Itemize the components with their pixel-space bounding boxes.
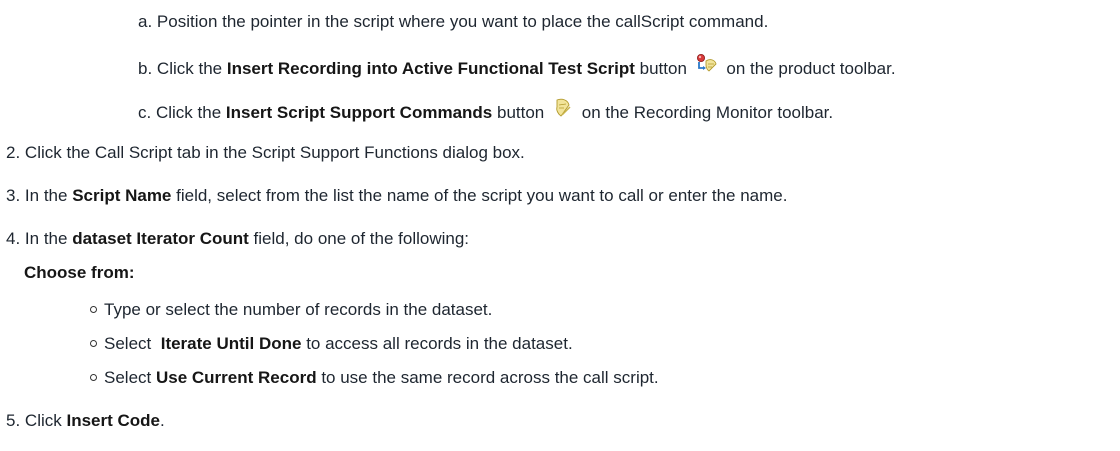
step-marker: c. <box>138 102 152 122</box>
option-item: Select Use Current Record to use the sam… <box>90 366 659 390</box>
substep-c: c. Click the Insert Script Support Comma… <box>138 97 833 130</box>
substep-a: a. Position the pointer in the script wh… <box>138 10 768 34</box>
step-marker: 3. <box>6 186 21 205</box>
step-text: Position the pointer in the script where… <box>156 12 769 31</box>
step-marker: 2. <box>6 143 21 162</box>
bullet-icon <box>90 305 97 313</box>
option-item: Select Iterate Until Done to access all … <box>90 332 573 356</box>
ui-term: Insert Script Support Commands <box>225 102 493 122</box>
step-3: 3. In the Script Name field, select from… <box>6 186 788 205</box>
document: a. Position the pointer in the script wh… <box>0 0 1120 451</box>
step-marker: 4. <box>6 229 21 248</box>
step-marker: b. <box>138 58 153 78</box>
ui-term: Insert Recording into Active Functional … <box>226 58 635 78</box>
step-marker: 5. <box>6 411 21 430</box>
script-support-commands-icon <box>553 97 573 126</box>
ui-term: Insert Code <box>66 411 161 430</box>
choose-from-heading: Choose from: <box>24 263 135 282</box>
ui-term: Use Current Record <box>155 368 317 387</box>
bullet-icon <box>90 339 97 347</box>
step-text: Click the Call Script tab in the Script … <box>24 143 525 162</box>
ui-term: Iterate Until Done <box>160 334 302 353</box>
step-4: 4. In the dataset Iterator Count field, … <box>6 229 470 248</box>
step-2: 2. Click the Call Script tab in the Scri… <box>6 141 525 165</box>
insert-recording-icon <box>696 53 718 82</box>
ui-term: dataset Iterator Count <box>72 229 249 248</box>
ui-term: Script Name <box>72 186 172 205</box>
step-marker: a. <box>138 12 153 31</box>
option-item: Type or select the number of records in … <box>90 298 492 322</box>
bullet-icon <box>90 373 97 381</box>
substep-b: b. Click the Insert Recording into Activ… <box>138 53 896 86</box>
step-5: 5. Click Insert Code. <box>6 411 165 430</box>
